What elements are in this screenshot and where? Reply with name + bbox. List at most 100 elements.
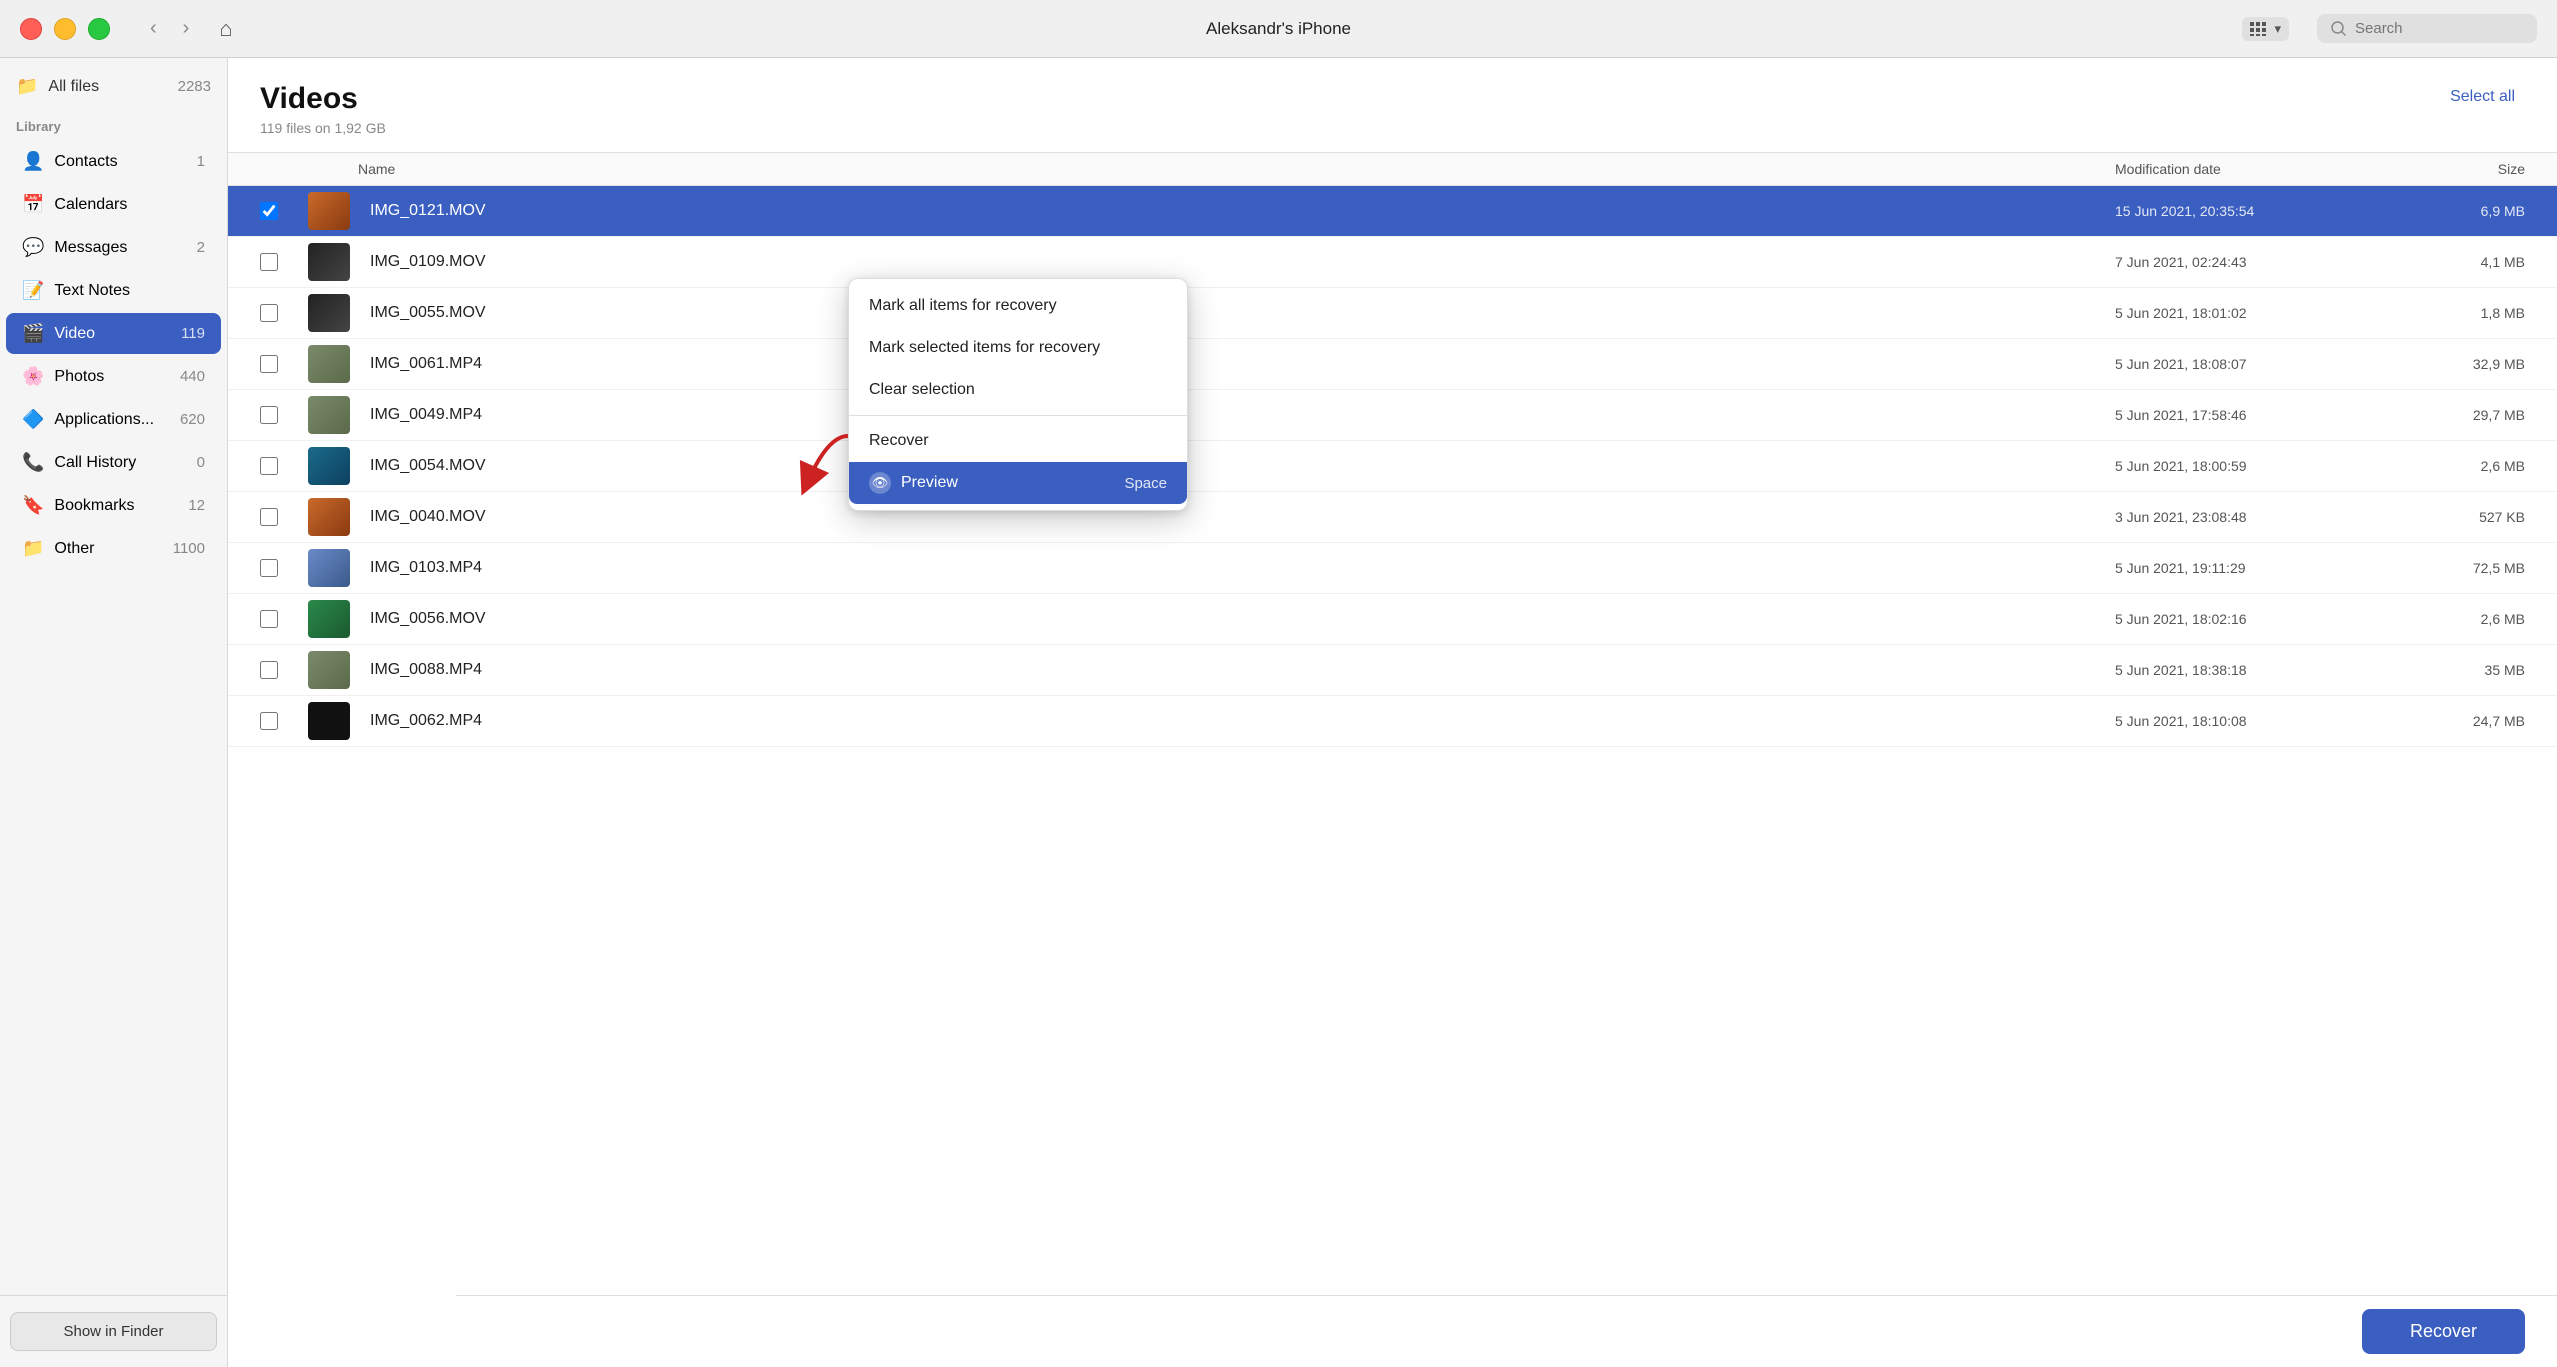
forward-button[interactable]: › — [175, 13, 198, 44]
row-checkbox[interactable] — [260, 253, 278, 271]
video-icon: 🎬 — [22, 323, 44, 344]
back-button[interactable]: ‹ — [142, 13, 165, 44]
context-mark-selected[interactable]: Mark selected items for recovery — [849, 327, 1187, 369]
sidebar: 📁 All files 2283 Library 👤 Contacts 1 📅 … — [0, 58, 228, 1367]
row-checkbox[interactable] — [260, 304, 278, 322]
select-all-button[interactable]: Select all — [2440, 82, 2525, 112]
row-checkbox[interactable] — [260, 610, 278, 628]
file-date: 5 Jun 2021, 18:08:07 — [2115, 356, 2375, 372]
file-thumbnail — [308, 192, 350, 230]
callhistory-label-group: 📞 Call History — [22, 452, 136, 473]
sidebar-item-other[interactable]: 📁 Other 1100 — [6, 528, 221, 569]
context-mark-all[interactable]: Mark all items for recovery — [849, 285, 1187, 327]
callhistory-icon: 📞 — [22, 452, 44, 473]
file-size: 2,6 MB — [2375, 458, 2525, 474]
sidebar-item-callhistory[interactable]: 📞 Call History 0 — [6, 442, 221, 483]
row-checkbox[interactable] — [260, 712, 278, 730]
file-name: IMG_0040.MOV — [358, 508, 2115, 526]
context-clear-selection[interactable]: Clear selection — [849, 369, 1187, 411]
sidebar-item-applications[interactable]: 🔷 Applications... 620 — [6, 399, 221, 440]
row-checkbox[interactable] — [260, 202, 278, 220]
file-thumbnail — [308, 396, 350, 434]
table-row[interactable]: IMG_0055.MOV 5 Jun 2021, 18:01:02 1,8 MB — [228, 288, 2557, 339]
table-row[interactable]: IMG_0049.MP4 5 Jun 2021, 17:58:46 29,7 M… — [228, 390, 2557, 441]
table-row[interactable]: IMG_0103.MP4 5 Jun 2021, 19:11:29 72,5 M… — [228, 543, 2557, 594]
close-button[interactable] — [20, 18, 42, 40]
table-row[interactable]: IMG_0061.MP4 5 Jun 2021, 18:08:07 32,9 M… — [228, 339, 2557, 390]
sidebar-item-messages[interactable]: 💬 Messages 2 — [6, 227, 221, 268]
file-name: IMG_0049.MP4 — [358, 406, 2115, 424]
table-row[interactable]: IMG_0040.MOV 3 Jun 2021, 23:08:48 527 KB — [228, 492, 2557, 543]
textnotes-label: Text Notes — [54, 282, 130, 300]
context-preview-item[interactable]: 👁 Preview Space — [849, 462, 1187, 504]
header-date: Modification date — [2115, 161, 2375, 177]
titlebar: ‹ › ⌂ Aleksandr's iPhone ▾ — [0, 0, 2557, 58]
file-date: 15 Jun 2021, 20:35:54 — [2115, 203, 2375, 219]
search-input[interactable] — [2355, 20, 2505, 37]
file-name: IMG_0062.MP4 — [358, 712, 2115, 730]
file-thumbnail — [308, 549, 350, 587]
main-content: Videos 119 files on 1,92 GB Select all N… — [228, 58, 2557, 1367]
sidebar-item-video[interactable]: 🎬 Video 119 — [6, 313, 221, 354]
textnotes-label-group: 📝 Text Notes — [22, 280, 130, 301]
recover-button[interactable]: Recover — [2362, 1309, 2525, 1354]
context-menu: Mark all items for recovery Mark selecte… — [848, 278, 1188, 511]
textnotes-icon: 📝 — [22, 280, 44, 301]
other-count: 1100 — [173, 540, 205, 557]
file-table: Name Modification date Size IMG_0121.MOV… — [228, 152, 2557, 1367]
table-row[interactable]: IMG_0109.MOV 7 Jun 2021, 02:24:43 4,1 MB — [228, 237, 2557, 288]
table-row[interactable]: IMG_0056.MOV 5 Jun 2021, 18:02:16 2,6 MB — [228, 594, 2557, 645]
row-checkbox[interactable] — [260, 355, 278, 373]
sidebar-item-calendars[interactable]: 📅 Calendars — [6, 184, 221, 225]
fullscreen-button[interactable] — [88, 18, 110, 40]
table-row[interactable]: IMG_0062.MP4 5 Jun 2021, 18:10:08 24,7 M… — [228, 696, 2557, 747]
sidebar-item-contacts[interactable]: 👤 Contacts 1 — [6, 141, 221, 182]
calendars-label: Calendars — [54, 196, 127, 214]
row-checkbox[interactable] — [260, 457, 278, 475]
allfiles-count: 2283 — [178, 78, 211, 95]
file-size: 72,5 MB — [2375, 560, 2525, 576]
table-header: Name Modification date Size — [228, 152, 2557, 186]
window-title: Aleksandr's iPhone — [1206, 19, 1351, 39]
sidebar-item-bookmarks[interactable]: 🔖 Bookmarks 12 — [6, 485, 221, 526]
contacts-icon: 👤 — [22, 151, 44, 172]
sidebar-footer: Show in Finder — [0, 1295, 227, 1367]
file-size: 1,8 MB — [2375, 305, 2525, 321]
file-thumbnail — [308, 600, 350, 638]
home-button[interactable]: ⌂ — [219, 16, 232, 42]
eye-icon: 👁 — [869, 472, 891, 494]
table-row[interactable]: IMG_0121.MOV 15 Jun 2021, 20:35:54 6,9 M… — [228, 186, 2557, 237]
grid-icon — [2250, 22, 2268, 36]
file-name: IMG_0109.MOV — [358, 253, 2115, 271]
allfiles-label-group: 📁 All files — [16, 76, 99, 97]
minimize-button[interactable] — [54, 18, 76, 40]
preview-shortcut: Space — [1124, 475, 1167, 492]
applications-count: 620 — [180, 411, 205, 428]
sidebar-item-photos[interactable]: 🌸 Photos 440 — [6, 356, 221, 397]
row-checkbox[interactable] — [260, 661, 278, 679]
search-icon — [2331, 21, 2347, 37]
table-row[interactable]: IMG_0088.MP4 5 Jun 2021, 18:38:18 35 MB — [228, 645, 2557, 696]
row-checkbox[interactable] — [260, 508, 278, 526]
row-checkbox[interactable] — [260, 559, 278, 577]
page-title: Videos — [260, 82, 386, 116]
file-size: 527 KB — [2375, 509, 2525, 525]
sidebar-item-textnotes[interactable]: 📝 Text Notes — [6, 270, 221, 311]
file-size: 29,7 MB — [2375, 407, 2525, 423]
preview-label-group: 👁 Preview — [869, 472, 958, 494]
other-label: Other — [54, 540, 94, 558]
row-checkbox[interactable] — [260, 406, 278, 424]
table-row[interactable]: IMG_0054.MOV 5 Jun 2021, 18:00:59 2,6 MB — [228, 441, 2557, 492]
view-toggle-button[interactable]: ▾ — [2242, 17, 2289, 41]
search-box[interactable] — [2317, 14, 2537, 43]
show-in-finder-button[interactable]: Show in Finder — [10, 1312, 217, 1351]
context-recover[interactable]: Recover — [849, 420, 1187, 462]
contacts-label-group: 👤 Contacts — [22, 151, 118, 172]
file-date: 5 Jun 2021, 18:10:08 — [2115, 713, 2375, 729]
file-thumbnail — [308, 651, 350, 689]
file-name: IMG_0088.MP4 — [358, 661, 2115, 679]
sidebar-allfiles-item[interactable]: 📁 All files 2283 — [0, 58, 227, 111]
file-size: 2,6 MB — [2375, 611, 2525, 627]
file-size: 35 MB — [2375, 662, 2525, 678]
contacts-label: Contacts — [54, 153, 117, 171]
